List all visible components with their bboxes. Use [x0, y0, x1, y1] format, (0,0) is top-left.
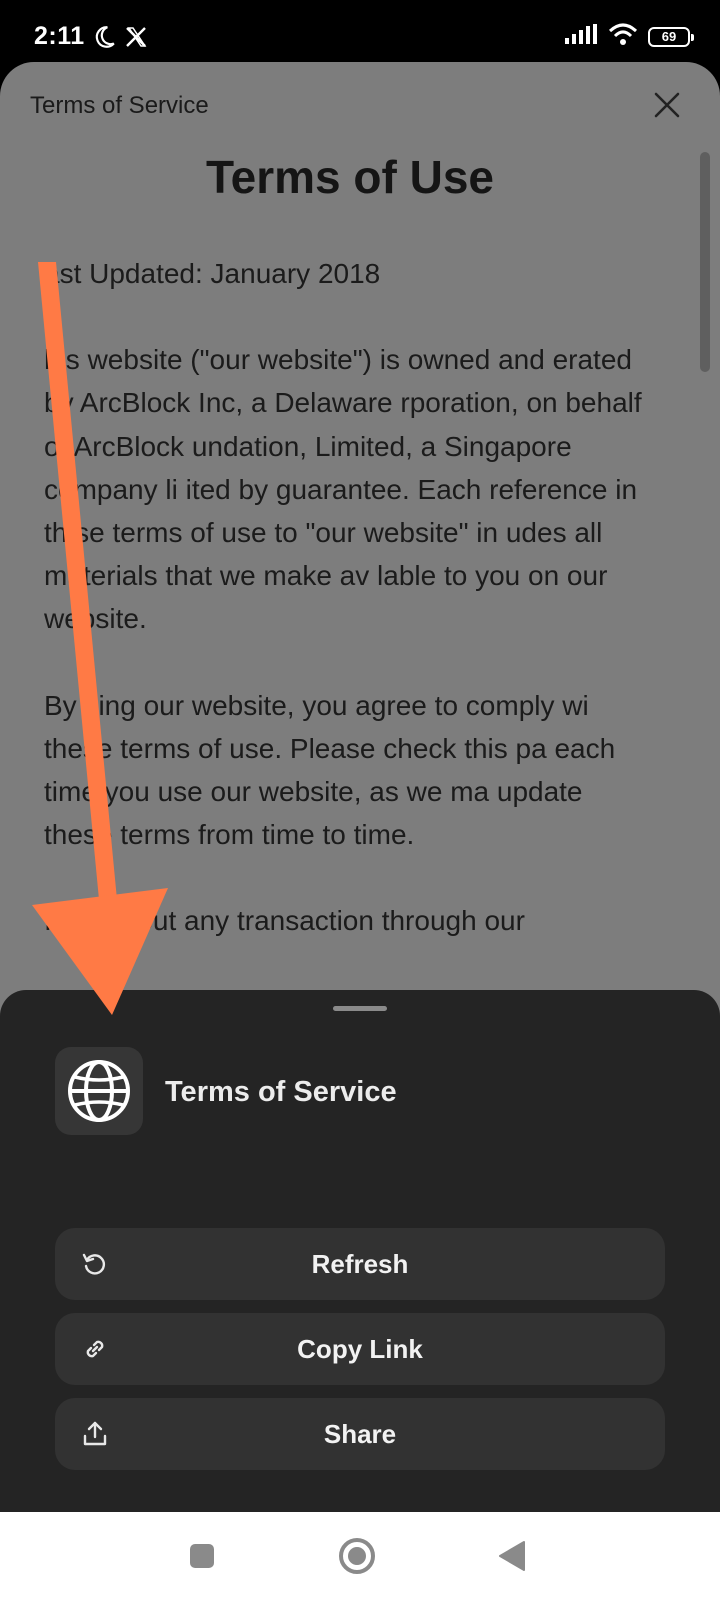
close-button[interactable]	[650, 88, 684, 122]
document-body: ast Updated: January 2018 his website ("…	[44, 252, 644, 986]
share-label: Share	[323, 1419, 397, 1449]
last-updated-text: ast Updated: January 2018	[44, 258, 381, 289]
refresh-button[interactable]: Refresh	[55, 1228, 665, 1300]
document-title: Terms of Use	[205, 151, 495, 203]
home-icon	[339, 1538, 375, 1574]
status-time: 2:11	[34, 22, 85, 50]
close-icon	[654, 92, 680, 118]
copy-link-button[interactable]: Copy Link	[55, 1313, 665, 1385]
back-button[interactable]	[488, 1532, 536, 1580]
sheet-title: Terms of Service	[165, 1076, 397, 1108]
action-sheet: Terms of Service Refresh Copy Link Share	[0, 990, 720, 1512]
refresh-label: Refresh	[311, 1249, 409, 1279]
web-header-title: Terms of Service	[30, 92, 209, 119]
copy-link-label: Copy Link	[297, 1334, 423, 1364]
paragraph: If carry out any transaction through our	[44, 905, 525, 937]
wifi-icon	[608, 22, 638, 51]
back-icon	[499, 1541, 525, 1571]
navigation-bar	[0, 1512, 720, 1600]
share-button[interactable]: Share	[55, 1398, 665, 1470]
recents-button[interactable]	[178, 1532, 226, 1580]
recents-icon	[190, 1544, 214, 1568]
site-icon-container	[55, 1047, 143, 1135]
battery-icon: 69	[648, 26, 694, 47]
moon-icon	[90, 24, 116, 55]
globe-icon	[68, 1060, 130, 1122]
paragraph: his website ("our website") is owned and…	[44, 344, 642, 635]
signal-icon	[564, 23, 598, 50]
scrollbar[interactable]	[700, 152, 710, 372]
x-logo-icon	[124, 25, 148, 54]
home-button[interactable]	[333, 1532, 381, 1580]
status-bar: 2:11 69	[0, 0, 720, 62]
sheet-grab-handle[interactable]	[333, 1006, 387, 1011]
paragraph: By sing our website, you agree to comply…	[44, 689, 616, 851]
